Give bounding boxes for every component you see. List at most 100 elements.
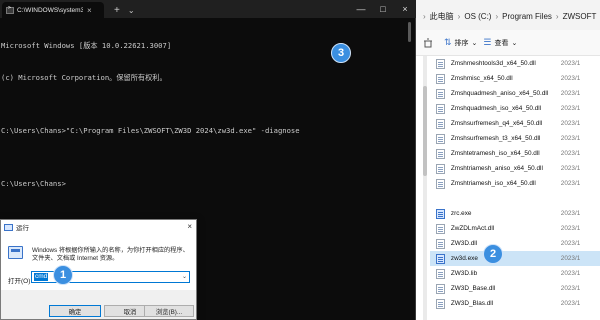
file-row[interactable]: Zmshsurfremesh_q4_x64_50.dll 2023/1 [430,116,600,131]
chevron-down-icon[interactable]: ⌄ [182,273,187,280]
file-name: Zmshsurfremesh_t3_x64_50.dll [450,135,541,142]
file-row[interactable]: Zmshtriamesh_iso_x64_50.dll 2023/1 [430,176,600,191]
breadcrumb[interactable]: › 此电脑 › OS (C:) › Program Files › ZWSOFT [422,6,600,26]
file-icon [436,178,445,189]
sort-icon: ⇅ [444,37,452,47]
file-name: ZwZDLmAct.dll [450,225,495,232]
open-input-value[interactable]: cmd [34,273,49,281]
window-controls: — □ × [350,0,416,18]
close-button[interactable]: × [394,0,416,18]
maximize-button[interactable]: □ [372,0,394,18]
file-date: 2023/1 [560,150,581,157]
delete-icon[interactable] [418,33,438,53]
file-date: 2023/1 [560,210,581,217]
file-date: 2023/1 [560,135,581,142]
file-icon [436,268,445,279]
file-name: Zmshtriamesh_aniso_x64_50.dll [450,165,543,172]
file-date: 2023/1 [560,270,581,277]
chevron-down-icon: ⌄ [511,39,518,47]
file-icon [436,148,445,159]
file-name: Zmshmisc_x64_50.dll [450,75,513,82]
explorer-toolbar: ⇅ 排序 ⌄ ☰ 查看 ⌄ [390,30,600,56]
file-date: 2023/1 [560,90,581,97]
file-icon [436,58,445,69]
file-date: 2023/1 [560,255,581,262]
file-list: Zmshmeshtools3d_x64_50.dll 2023/1 Zmshmisc… [430,56,600,320]
exe-file-icon [436,253,445,264]
file-date: 2023/1 [560,225,581,232]
chevron-down-icon[interactable]: ⌄ [128,6,135,15]
file-icon [436,223,445,234]
file-icon [436,103,445,114]
terminal-tab[interactable]: C:\WINDOWS\system32\cmd. × [2,2,104,18]
file-icon [436,238,445,249]
file-row[interactable]: ZW3D.lib 2023/1 [430,266,600,281]
close-tab-icon[interactable]: × [87,6,92,15]
file-icon [436,298,445,309]
file-name: Zmshsurfremesh_q4_x64_50.dll [450,120,543,127]
file-row[interactable]: Zmshquadmesh_iso_x64_50.dll 2023/1 [430,101,600,116]
file-row[interactable]: ZW3D.dll 2023/1 [430,236,600,251]
file-date: 2023/1 [560,165,581,172]
file-row[interactable]: Zmshsurfremesh_t3_x64_50.dll 2023/1 [430,131,600,146]
chevron-down-icon: ⌄ [471,39,478,47]
file-date: 2023/1 [560,105,581,112]
view-label: 查看 [494,39,509,47]
file-icon [436,88,445,99]
step-badge-1: 1 [53,265,73,285]
file-name: zrc.exe [450,210,472,217]
file-row[interactable]: ZW3D_Blas.dll 2023/1 [430,296,600,311]
file-date: 2023/1 [560,120,581,127]
step-badge-2: 2 [483,244,503,264]
file-row[interactable]: Zmshquadmesh_aniso_x64_50.dll 2023/1 [430,86,600,101]
run-program-icon [8,246,23,259]
breadcrumb-this-pc[interactable]: 此电脑 [427,11,457,22]
new-tab-button[interactable]: + [114,5,120,16]
exe-file-icon [436,208,445,219]
file-icon [436,133,445,144]
file-row[interactable]: Zmshmeshtools3d_x64_50.dll 2023/1 [430,56,600,71]
breadcrumb-program-files[interactable]: Program Files [499,12,555,21]
ok-button[interactable]: 确定 [49,305,101,317]
file-icon [436,283,445,294]
explorer-scrollbar[interactable] [423,56,427,320]
browse-button[interactable]: 浏览(B)... [144,305,194,317]
file-row[interactable]: zw3d.exe 2023/1 [430,251,600,266]
file-date: 2023/1 [560,300,581,307]
terminal-tab-bar: C:\WINDOWS\system32\cmd. × + ⌄ — □ × [0,0,416,18]
run-icon [4,223,13,231]
file-row[interactable]: Zmshtriamesh_aniso_x64_50.dll 2023/1 [430,161,600,176]
step-badge-3: 3 [331,43,351,63]
terminal-line: (c) Microsoft Corporation。保留所有权利。 [1,72,167,82]
terminal-scrollbar[interactable] [408,22,412,312]
file-icon [436,73,445,84]
scrollbar-thumb[interactable] [408,22,411,42]
close-button[interactable]: × [187,222,192,231]
file-date: 2023/1 [560,285,581,292]
file-icon [436,118,445,129]
open-label: 打开(O): [8,278,33,285]
breadcrumb-zwsoft[interactable]: ZWSOFT [560,12,600,21]
file-date: 2023/1 [560,240,581,247]
view-button[interactable]: ☰ 查看 ⌄ [483,37,517,48]
file-name: Zmshtetramesh_iso_x64_50.dll [450,150,540,157]
file-row[interactable]: zrc.exe 2023/1 [430,206,600,221]
file-row[interactable]: Zmshmisc_x64_50.dll 2023/1 [430,71,600,86]
file-row[interactable]: Zmshtetramesh_iso_x64_50.dll 2023/1 [430,146,600,161]
view-icon: ☰ [483,37,492,47]
terminal-tab-title: C:\WINDOWS\system32\cmd. [17,6,83,14]
file-name: ZW3D.dll [450,240,478,247]
sort-label: 排序 [454,39,469,47]
breadcrumb-os-c[interactable]: OS (C:) [461,12,494,21]
file-date: 2023/1 [560,60,581,67]
file-name: ZW3D.lib [450,270,478,277]
scrollbar-thumb[interactable] [423,86,427,176]
file-row[interactable]: ZwZDLmAct.dll 2023/1 [430,221,600,236]
file-name: zw3d.exe [450,255,478,262]
minimize-button[interactable]: — [350,0,372,18]
run-dialog: 运行 × Windows 将根据你所输入的名称，为你打开相应的程序、文件夹、文档… [0,219,197,320]
file-name: ZW3D_Blas.dll [450,300,494,307]
sort-button[interactable]: ⇅ 排序 ⌄ [444,37,477,48]
file-name: Zmshtriamesh_iso_x64_50.dll [450,180,536,187]
file-row[interactable]: ZW3D_Base.dll 2023/1 [430,281,600,296]
